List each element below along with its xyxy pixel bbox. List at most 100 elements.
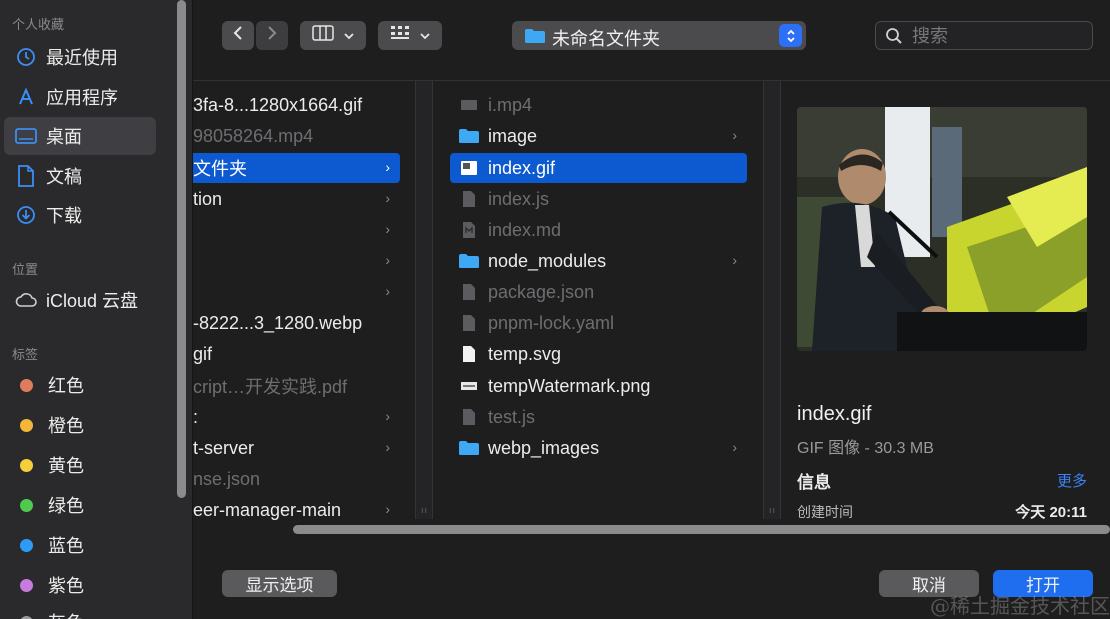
sidebar-item-label: 应用程序 [46, 88, 118, 108]
sidebar-item-icloud[interactable]: iCloud 云盘 [4, 281, 156, 319]
sidebar-item-downloads[interactable]: 下载 [4, 196, 156, 234]
chevron-right-icon: › [385, 159, 390, 175]
show-options-button[interactable]: 显示选项 [222, 570, 337, 597]
sidebar-item-label: 下载 [46, 206, 82, 226]
view-mode-button[interactable] [300, 21, 366, 50]
list-item[interactable]: 3fa-8...1280x1664.gif [193, 90, 400, 120]
file-name: node_modules [488, 250, 607, 271]
folder-icon [458, 437, 480, 459]
list-item[interactable]: -8222...3_1280.webp [193, 308, 400, 338]
list-item[interactable]: package.json [450, 277, 747, 307]
sidebar-item-label: 文稿 [46, 167, 82, 187]
list-item[interactable]: eer-manager-main › [193, 495, 400, 525]
tag-label: 红色 [48, 376, 84, 396]
png-file-icon [458, 375, 480, 397]
tag-label: 黄色 [48, 456, 84, 476]
chevron-right-icon: › [385, 439, 390, 455]
sidebar-tag-grey[interactable]: 灰色 [4, 603, 156, 619]
forward-button[interactable] [256, 21, 288, 50]
js-file-icon [458, 188, 480, 210]
tag-color-dot [20, 538, 33, 552]
list-item[interactable]: gif [193, 339, 400, 369]
chevron-right-icon: › [385, 252, 390, 268]
chevron-down-icon [420, 27, 430, 45]
sidebar-tag-red[interactable]: 红色 [4, 366, 156, 404]
tags-header: 标签 [12, 347, 39, 362]
list-item[interactable]: test.js [450, 402, 747, 432]
desktop-icon [14, 124, 38, 148]
preview-image [797, 107, 1087, 351]
sidebar-tag-blue[interactable]: 蓝色 [4, 526, 156, 564]
list-item[interactable]: › [193, 215, 400, 245]
more-link[interactable]: 更多 [1057, 470, 1087, 491]
created-label: 创建时间 [797, 504, 853, 520]
list-item[interactable]: › [193, 246, 400, 276]
file-name: image [488, 125, 538, 146]
clock-icon [14, 45, 38, 69]
preview-file-kind: GIF 图像 - 30.3 MB [797, 440, 934, 457]
folder-icon [458, 125, 480, 147]
back-button[interactable] [222, 21, 254, 50]
file-name: i.mp4 [488, 94, 533, 115]
list-item[interactable]: node_modules › [450, 246, 747, 276]
list-item[interactable]: tion › [193, 184, 400, 214]
sidebar-item-documents[interactable]: 文稿 [4, 157, 156, 195]
json-file-icon [458, 281, 480, 303]
sidebar-tag-green[interactable]: 绿色 [4, 486, 156, 524]
horizontal-scrollbar[interactable] [293, 525, 1110, 534]
column-resize-handle[interactable]: ıı [763, 81, 781, 519]
chevron-right-icon: › [385, 408, 390, 424]
file-name: pnpm-lock.yaml [488, 312, 615, 333]
sidebar-item-recents[interactable]: 最近使用 [4, 38, 156, 76]
file-name: index.gif [488, 157, 556, 178]
list-item[interactable]: t-server › [193, 433, 400, 463]
list-item[interactable]: 98058264.mp4 [193, 121, 400, 151]
list-item[interactable]: index.gif [450, 153, 747, 183]
tag-color-dot [20, 378, 33, 392]
list-item[interactable]: nse.json [193, 464, 400, 494]
file-name: 文件夹 [193, 159, 247, 179]
list-item[interactable]: pnpm-lock.yaml [450, 308, 747, 338]
video-file-icon [458, 94, 480, 116]
tag-color-dot [20, 578, 33, 592]
grid-group-icon [390, 25, 410, 46]
list-item[interactable]: › [193, 277, 400, 307]
chevron-left-icon [232, 25, 244, 46]
file-name: t-server [193, 437, 255, 458]
file-name: cript…开发实践.pdf [193, 377, 348, 397]
file-name: test.js [488, 406, 536, 427]
list-item[interactable]: : › [193, 402, 400, 432]
sidebar-tag-purple[interactable]: 紫色 [4, 566, 156, 604]
list-item[interactable]: webp_images › [450, 433, 747, 463]
tag-label: 紫色 [48, 576, 84, 596]
file-name: package.json [488, 281, 595, 302]
list-item[interactable]: i.mp4 [450, 90, 747, 120]
info-heading: 信息 [797, 473, 831, 492]
list-item[interactable]: image › [450, 121, 747, 151]
folder-icon [524, 28, 546, 49]
search-input[interactable] [912, 25, 1082, 47]
list-item[interactable]: temp.svg [450, 339, 747, 369]
sidebar-item-applications[interactable]: 应用程序 [4, 78, 156, 116]
list-item[interactable]: cript…开发实践.pdf [193, 371, 400, 401]
tag-color-dot [20, 458, 33, 472]
file-name: tempWatermark.png [488, 375, 651, 396]
location-popup[interactable]: 未命名文件夹 [512, 21, 806, 50]
list-item[interactable]: 文件夹 › [193, 153, 400, 183]
file-name: -8222...3_1280.webp [193, 312, 363, 333]
list-item[interactable]: index.js [450, 184, 747, 214]
sidebar-tag-orange[interactable]: 橙色 [4, 406, 156, 444]
column-resize-handle[interactable]: ıı [415, 81, 433, 519]
sidebar-tag-yellow[interactable]: 黄色 [4, 446, 156, 484]
chevron-right-icon: › [732, 252, 737, 268]
list-item[interactable]: index.md [450, 215, 747, 245]
search-field[interactable] [875, 21, 1093, 50]
chevron-right-icon [266, 25, 278, 46]
list-item[interactable]: tempWatermark.png [450, 371, 747, 401]
document-icon [14, 164, 38, 188]
sidebar-scrollbar[interactable] [177, 0, 186, 498]
favorites-header: 个人收藏 [12, 17, 65, 32]
sidebar-item-desktop[interactable]: 桌面 [4, 117, 156, 155]
group-by-button[interactable] [378, 21, 442, 50]
tag-label: 灰色 [48, 609, 84, 619]
